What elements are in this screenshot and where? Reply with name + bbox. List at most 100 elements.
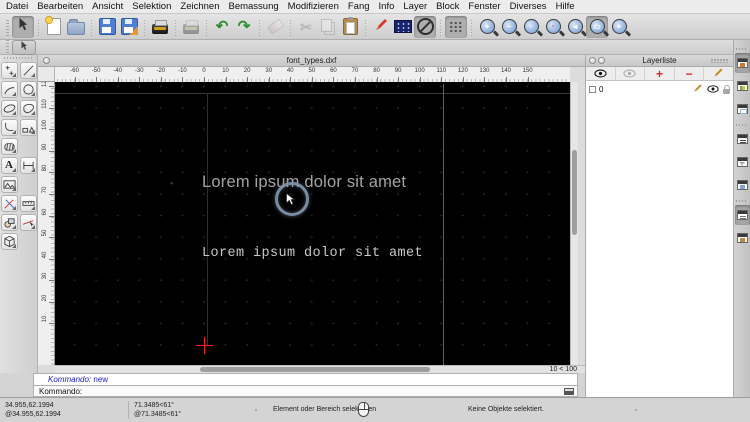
dimension-tool-button[interactable]: [19, 157, 37, 174]
dock-property-editor-button[interactable]: [734, 205, 750, 225]
zoom-redraw-button[interactable]: +: [608, 16, 630, 38]
menu-item-hilfe[interactable]: Hilfe: [556, 1, 575, 12]
toolbar-grip[interactable]: [6, 17, 9, 36]
vruler-label: 60: [42, 208, 48, 215]
command-dock-icon[interactable]: [564, 387, 574, 395]
dock-command-line-button[interactable]: [735, 129, 750, 149]
drawing-canvas[interactable]: Lorem ipsum dolor sit amet Lorem ipsum d…: [55, 82, 570, 365]
toolbar-separator: [91, 17, 92, 36]
dock-layer-list-button[interactable]: [734, 53, 750, 73]
dock-library-browser-button[interactable]: [735, 99, 750, 119]
cad-text-entity-stroke-font[interactable]: Lorem ipsum dolor sit amet: [202, 246, 423, 261]
layer-panel-header[interactable]: Layerliste: [586, 55, 733, 67]
layer-checkbox[interactable]: [589, 85, 596, 93]
horizontal-scrollbar[interactable]: [55, 366, 525, 373]
remove-layer-button[interactable]: −: [675, 67, 705, 80]
palette-grip[interactable]: [4, 57, 32, 59]
zoom-window-button[interactable]: ▫: [542, 16, 564, 38]
zoom-out-button[interactable]: −: [498, 16, 520, 38]
circle-tool-button[interactable]: [19, 81, 37, 98]
clipboard-icon: [342, 17, 358, 35]
attributes-button[interactable]: [392, 16, 414, 38]
zoom-in-button[interactable]: +: [476, 16, 498, 38]
hide-all-layers-button[interactable]: [616, 67, 646, 80]
menu-item-fang[interactable]: Fang: [348, 1, 370, 12]
text-tool-button[interactable]: A: [0, 157, 18, 174]
hruler-label: 70: [351, 68, 359, 74]
polyline-tool-button[interactable]: [0, 119, 18, 136]
menu-item-diverses[interactable]: Diverses: [510, 1, 547, 12]
block-tool-button[interactable]: [0, 233, 18, 250]
pointer-button[interactable]: [12, 15, 34, 38]
zoom-pan-button[interactable]: ▭: [586, 15, 608, 38]
zoom-auto-button[interactable]: ▫: [520, 16, 542, 38]
abs-polar-value: 71.3485<61°: [134, 402, 174, 409]
menu-item-modifizieren[interactable]: Modifizieren: [288, 1, 339, 12]
panel-grip[interactable]: [711, 59, 729, 63]
hruler-label: -50: [91, 68, 101, 74]
selection-pointer-button[interactable]: [12, 39, 36, 55]
copy-button[interactable]: [317, 16, 339, 38]
menu-item-ansicht[interactable]: Ansicht: [92, 1, 123, 12]
open-file-button[interactable]: [65, 16, 87, 38]
show-all-layers-button[interactable]: [586, 67, 616, 80]
undo-button[interactable]: ↶: [211, 16, 233, 38]
grid-toggle-button[interactable]: [445, 15, 467, 38]
draft-mode-button[interactable]: [414, 15, 436, 38]
measure-tool-button[interactable]: [19, 195, 37, 212]
dock-block-list-button[interactable]: [735, 76, 750, 96]
line-tool-button[interactable]: [19, 62, 37, 79]
save-as-button[interactable]: [118, 16, 140, 38]
modify-tool-button[interactable]: [0, 195, 18, 212]
menu-item-bearbeiten[interactable]: Bearbeiten: [37, 1, 83, 12]
document-titlebar[interactable]: font_types.dxf: [38, 55, 585, 67]
save-button[interactable]: [96, 16, 118, 38]
toolbar-grip[interactable]: [6, 38, 9, 56]
command-input[interactable]: [82, 386, 564, 396]
vertical-scrollbar[interactable]: [570, 82, 578, 365]
command-line: Kommando:: [33, 385, 578, 397]
horizontal-scrollbar-thumb[interactable]: [200, 367, 430, 372]
spline-tool-button[interactable]: [19, 100, 37, 117]
zoom-previous-button[interactable]: ◂: [564, 16, 586, 38]
explode-tool-button[interactable]: [19, 214, 37, 231]
layer-visibility-eye-icon[interactable]: [707, 85, 719, 93]
dock-tool-options-button[interactable]: [735, 152, 750, 172]
eraser-button[interactable]: [264, 16, 286, 38]
arc-tool-button[interactable]: [0, 81, 18, 98]
menu-item-bemassung[interactable]: Bemassung: [228, 1, 278, 12]
cut-button[interactable]: ✂: [295, 16, 317, 38]
menu-item-layer[interactable]: Layer: [403, 1, 427, 12]
menu-item-fenster[interactable]: Fenster: [468, 1, 500, 12]
redo-button[interactable]: ↷: [233, 16, 255, 38]
modify-attributes-tool-button[interactable]: [0, 214, 18, 231]
origin-crosshair: [196, 337, 213, 354]
hruler-label: 90: [394, 68, 402, 74]
layer-edit-pencil-icon[interactable]: [693, 83, 703, 95]
hatch-tool-button[interactable]: [0, 138, 18, 155]
menu-item-info[interactable]: Info: [379, 1, 395, 12]
layer-lock-icon[interactable]: [723, 84, 730, 94]
layer-row[interactable]: 0: [586, 83, 733, 95]
paste-button[interactable]: [339, 16, 361, 38]
menu-item-block[interactable]: Block: [436, 1, 459, 12]
vertical-scrollbar-thumb[interactable]: [572, 150, 577, 235]
image-tool-button[interactable]: [0, 176, 18, 193]
vruler-label: 90: [42, 143, 48, 151]
add-layer-button[interactable]: +: [645, 67, 675, 80]
edit-layer-button[interactable]: [704, 67, 733, 80]
point-tool-button[interactable]: [0, 62, 18, 79]
ellipse-tool-button[interactable]: [0, 100, 18, 117]
print-button[interactable]: [149, 16, 171, 38]
shape-tool-button[interactable]: [19, 119, 37, 136]
palette-spacer: [20, 233, 37, 250]
menu-item-zeichnen[interactable]: Zeichnen: [180, 1, 219, 12]
property-pen-button[interactable]: [370, 16, 392, 38]
dock-clipboard-button[interactable]: [735, 228, 750, 248]
menu-item-selektion[interactable]: Selektion: [132, 1, 171, 12]
new-file-button[interactable]: [43, 16, 65, 38]
dock-preview-button[interactable]: [735, 175, 750, 195]
panel-gap: [578, 373, 585, 397]
menu-item-datei[interactable]: Datei: [6, 1, 28, 12]
print-preview-button[interactable]: [180, 16, 202, 38]
